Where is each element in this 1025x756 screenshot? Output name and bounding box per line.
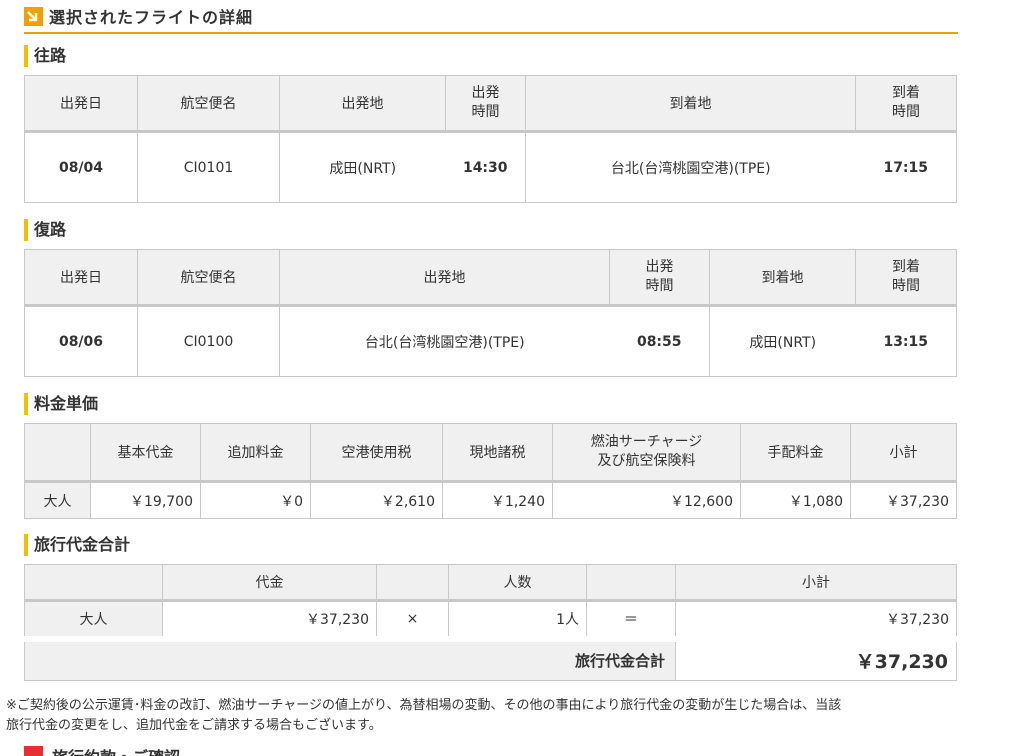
row-label: 大人 — [24, 600, 163, 639]
table-row: 08/06 CI0100 台北(台湾桃園空港)(TPE) 08:55 成田(NR… — [24, 305, 957, 377]
col-date: 出発日 — [24, 75, 138, 133]
col-to: 到着地 — [709, 249, 856, 307]
col-subtotal: 小計 — [850, 423, 957, 483]
flight-cell: CI0100 — [137, 305, 280, 377]
col-fuel: 燃油サーチャージ 及び航空保険料 — [552, 423, 741, 483]
local-tax-cell: ￥1,240 — [442, 481, 553, 519]
page-title: 選択されたフライトの詳細 — [49, 8, 254, 27]
col-local-tax: 現地諸税 — [442, 423, 553, 483]
col-dep-time: 出発 時間 — [609, 249, 710, 307]
from-cell: 台北(台湾桃園空港)(TPE) — [279, 305, 610, 377]
col-to: 到着地 — [525, 75, 856, 133]
section-icon — [24, 746, 43, 756]
col-arr-time: 到着 時間 — [855, 249, 957, 307]
col-blank — [24, 564, 163, 602]
col-dep-time: 出発 時間 — [445, 75, 526, 133]
row-label: 大人 — [24, 481, 91, 519]
table-row: 08/04 CI0101 成田(NRT) 14:30 台北(台湾桃園空港)(TP… — [24, 131, 957, 203]
to-cell: 台北(台湾桃園空港)(TPE) — [525, 131, 856, 203]
col-price: 代金 — [162, 564, 377, 602]
grand-total-value: ￥37,230 — [675, 638, 957, 681]
col-handling: 手配料金 — [740, 423, 851, 483]
flight-cell: CI0101 — [137, 131, 280, 203]
equals-sign: ＝ — [586, 600, 676, 639]
col-blank — [24, 423, 91, 483]
unit-price-table: 基本代金 追加料金 空港使用税 現地諸税 燃油サーチャージ 及び航空保険料 手配料… — [24, 423, 957, 519]
handling-cell: ￥1,080 — [740, 481, 851, 519]
outbound-section-title: 往路 — [24, 45, 66, 67]
col-people: 人数 — [448, 564, 587, 602]
col-extra: 追加料金 — [200, 423, 311, 483]
page-header: 選択されたフライトの詳細 — [24, 0, 958, 34]
date-cell: 08/04 — [24, 131, 138, 203]
notice-line-1: ※ご契約後の公示運賃･料金の改訂、燃油サーチャージの値上がり、為替相場の変動、そ… — [6, 698, 842, 713]
outbound-table: 出発日 航空便名 出発地 出発 時間 到着地 到着 時間 08/04 CI0101 … — [24, 75, 957, 203]
date-cell: 08/06 — [24, 305, 138, 377]
col-base: 基本代金 — [90, 423, 201, 483]
from-cell: 成田(NRT) — [279, 131, 446, 203]
next-section-title: 旅行約款・ご確認 — [52, 744, 180, 756]
return-section-title: 復路 — [24, 219, 66, 241]
col-arr-time: 到着 時間 — [855, 75, 957, 133]
notice-line-2: 旅行代金の変更をし、追加代金をご請求する場合もございます。 — [6, 718, 382, 733]
col-airport-tax: 空港使用税 — [310, 423, 443, 483]
to-cell: 成田(NRT) — [709, 305, 856, 377]
col-from: 出発地 — [279, 249, 610, 307]
col-blank — [376, 564, 449, 602]
extra-cell: ￥0 — [200, 481, 311, 519]
base-cell: ￥19,700 — [90, 481, 201, 519]
col-from: 出発地 — [279, 75, 446, 133]
airport-tax-cell: ￥2,610 — [310, 481, 443, 519]
arr-time-cell: 13:15 — [855, 305, 957, 377]
dep-time-cell: 08:55 — [609, 305, 710, 377]
total-table: 代金 人数 小計 大人 ￥37,230 × 1人 ＝ ￥37,230 旅行代金合… — [24, 564, 957, 681]
people-cell: 1人 — [448, 600, 587, 639]
grand-total-row: 旅行代金合計 ￥37,230 — [24, 638, 957, 681]
next-section-header: 旅行約款・ご確認 — [24, 744, 984, 756]
arr-time-cell: 17:15 — [855, 131, 957, 203]
times-sign: × — [376, 600, 449, 639]
return-table: 出発日 航空便名 出発地 出発 時間 到着地 到着 時間 08/06 CI0100 … — [24, 249, 957, 377]
table-row: 大人 ￥19,700 ￥0 ￥2,610 ￥1,240 ￥12,600 ￥1,0… — [24, 481, 957, 519]
table-row: 大人 ￥37,230 × 1人 ＝ ￥37,230 — [24, 600, 957, 639]
fuel-cell: ￥12,600 — [552, 481, 741, 519]
flight-detail-panel: 選択されたフライトの詳細 往路 出発日 航空便名 出発地 出発 時間 到着地 到着… — [24, 0, 958, 681]
total-section-title: 旅行代金合計 — [24, 534, 130, 556]
unit-price-section-title: 料金単価 — [24, 393, 98, 415]
col-subtotal: 小計 — [675, 564, 957, 602]
col-flight: 航空便名 — [137, 249, 280, 307]
subtotal-cell: ￥37,230 — [675, 600, 957, 639]
col-flight: 航空便名 — [137, 75, 280, 133]
price-cell: ￥37,230 — [162, 600, 377, 639]
price-change-notice: ※ご契約後の公示運賃･料金の改訂、燃油サーチャージの値上がり、為替相場の変動、そ… — [6, 696, 936, 736]
subtotal-cell: ￥37,230 — [850, 481, 957, 519]
col-blank — [586, 564, 676, 602]
arrow-down-right-icon — [24, 6, 43, 26]
grand-total-label: 旅行代金合計 — [24, 638, 676, 681]
dep-time-cell: 14:30 — [445, 131, 526, 203]
col-date: 出発日 — [24, 249, 138, 307]
